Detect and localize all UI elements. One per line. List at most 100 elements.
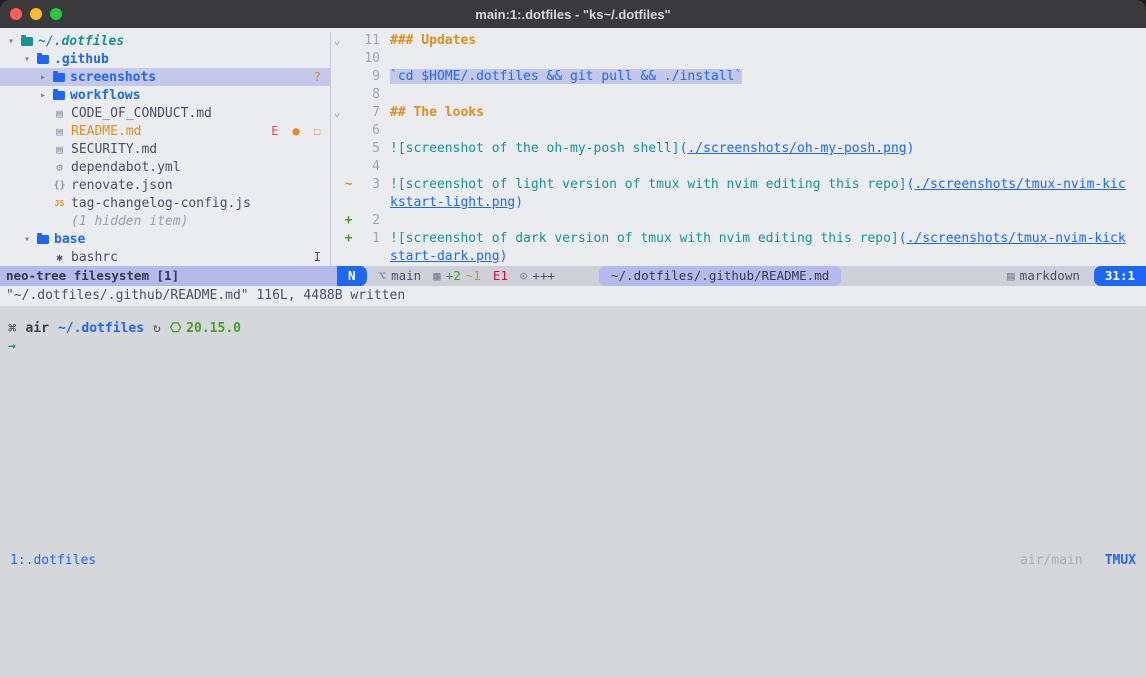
statusline: N ⌥ main ▦ +2 ~1 E1 ⊙ +++ ~/.dotfiles/.g… <box>337 266 1146 286</box>
tree-item[interactable]: ▾ ~/.dotfiles <box>0 32 330 50</box>
markdown-icon: ▤ <box>53 143 66 156</box>
fold-marker-icon[interactable] <box>331 122 343 140</box>
editor-line[interactable]: 9`cd $HOME/.dotfiles && git pull && ./in… <box>331 68 1146 86</box>
diff-changed: ~1 <box>466 268 481 283</box>
git-sign <box>343 248 354 266</box>
tree-item[interactable]: ▤ CODE_OF_CONDUCT.md <box>0 104 330 122</box>
tree-item[interactable]: (1 hidden item) <box>0 212 330 230</box>
tree-item[interactable]: JStag-changelog-config.js <box>0 194 330 212</box>
git-sign <box>343 68 354 86</box>
fold-marker-icon[interactable] <box>331 194 343 212</box>
minimize-button[interactable] <box>30 8 42 20</box>
gear-icon: ⚙ <box>53 161 66 174</box>
tree-item-label: bashrc <box>71 250 118 265</box>
misc-segment: ⊙ +++ <box>520 268 555 283</box>
editor-line[interactable]: ⌄7## The looks <box>331 104 1146 122</box>
shell-prompt: ⌘ air ~/.dotfiles ↻ ⎔ 20.15.0 <box>8 319 1146 339</box>
close-button[interactable] <box>10 8 22 20</box>
command-line: "~/.dotfiles/.github/README.md" 116L, 44… <box>0 286 1146 306</box>
markdown-icon: ▤ <box>53 107 66 120</box>
fold-marker-icon[interactable] <box>331 68 343 86</box>
git-branch-segment: ⌥ main <box>379 268 422 283</box>
tree-item-badge: I <box>314 250 321 264</box>
tree-item[interactable]: ▤README.mdE●☐ <box>0 122 330 140</box>
fold-marker-icon[interactable] <box>331 212 343 230</box>
fold-marker-icon[interactable] <box>331 176 343 194</box>
folder-icon <box>21 37 33 46</box>
fold-marker-icon[interactable] <box>331 230 343 248</box>
git-sign: + <box>343 230 354 248</box>
folder-icon <box>37 55 49 64</box>
git-sync-icon: ↻ <box>153 321 161 336</box>
editor-lines[interactable]: ⌄11### Updates109`cd $HOME/.dotfiles && … <box>331 32 1146 266</box>
fold-marker-icon[interactable] <box>331 50 343 68</box>
editor-line[interactable]: +1![screenshot of dark version of tmux w… <box>331 230 1146 248</box>
expander-icon[interactable]: ▸ <box>38 72 48 83</box>
mode-indicator: N <box>337 266 367 286</box>
expander-icon[interactable]: ▸ <box>38 90 48 101</box>
os-icon: ⌘ <box>8 321 16 337</box>
tree-item-badge: ☐ <box>314 124 321 138</box>
tree-item-label: CODE_OF_CONDUCT.md <box>71 106 212 121</box>
editor-line[interactable]: 5![screenshot of the oh-my-posh shell](.… <box>331 140 1146 158</box>
git-sign <box>343 32 354 50</box>
tmux-status-bar: 1:.dotfiles air/main TMUX <box>0 444 1146 677</box>
file-path: ~/.dotfiles/.github/README.md <box>599 266 841 286</box>
editor-line[interactable]: 8 <box>331 86 1146 104</box>
folder-icon <box>53 91 65 100</box>
fold-marker-icon[interactable] <box>331 158 343 176</box>
editor-line[interactable]: +2 <box>331 212 1146 230</box>
filetype-icon: ▤ <box>1007 268 1015 283</box>
node-version: 20.15.0 <box>186 321 241 336</box>
fold-marker-icon[interactable]: ⌄ <box>331 32 343 50</box>
tree-item[interactable]: {}renovate.json <box>0 176 330 194</box>
cursor-position: 31:1 <box>1094 266 1146 286</box>
prompt-input[interactable]: → <box>8 339 1146 359</box>
zoom-button[interactable] <box>50 8 62 20</box>
fold-marker-icon[interactable]: ⌄ <box>331 104 343 122</box>
tree-item[interactable]: ✱ bashrc I <box>0 248 330 266</box>
folder-icon <box>37 235 49 244</box>
asterisk-icon: ✱ <box>53 251 66 264</box>
tree-item[interactable]: ▸workflows <box>0 86 330 104</box>
editor-line[interactable]: 4 <box>331 158 1146 176</box>
editor-line[interactable]: kstart-light.png) <box>331 194 1146 212</box>
diagnostics-segment: E1 <box>493 268 508 283</box>
tree-item[interactable]: ▾base <box>0 230 330 248</box>
fold-marker-icon[interactable] <box>331 86 343 104</box>
line-number <box>354 248 380 266</box>
misc-icon: ⊙ <box>520 268 528 283</box>
tree-item[interactable]: ▾.github <box>0 50 330 68</box>
line-text: kstart-light.png) <box>390 194 523 212</box>
tmux-window-tab[interactable]: 1:.dotfiles <box>10 553 96 568</box>
line-number <box>354 194 380 212</box>
tree-item-badge: ? <box>314 70 321 84</box>
shell-pane[interactable]: ⌘ air ~/.dotfiles ↻ ⎔ 20.15.0 → <box>0 306 1146 444</box>
markdown-icon: ▤ <box>53 125 66 138</box>
line-number: 7 <box>354 104 380 122</box>
tree-item[interactable]: ▸screenshots? <box>0 68 330 86</box>
expander-icon[interactable]: ▾ <box>6 36 16 47</box>
js-icon: JS <box>53 199 66 208</box>
tree-item-label: ~/.dotfiles <box>38 34 124 49</box>
fold-marker-icon[interactable] <box>331 248 343 266</box>
file-tree[interactable]: ▾ ~/.dotfiles▾.github▸screenshots?▸workfl… <box>0 32 331 266</box>
fold-marker-icon[interactable] <box>331 140 343 158</box>
tree-item[interactable]: ⚙dependabot.yml <box>0 158 330 176</box>
status-row: neo-tree filesystem [1] N ⌥ main ▦ +2 ~1… <box>0 266 1146 286</box>
expander-icon[interactable]: ▾ <box>22 54 32 65</box>
tree-item[interactable]: ▤ SECURITY.md <box>0 140 330 158</box>
node-icon: ⎔ <box>170 321 181 336</box>
editor-line[interactable]: 10 <box>331 50 1146 68</box>
expander-icon[interactable]: ▾ <box>22 234 32 245</box>
filetype-label: markdown <box>1020 268 1080 283</box>
editor-line[interactable]: start-dark.png) <box>331 248 1146 266</box>
line-number: 9 <box>354 68 380 86</box>
misc-text: +++ <box>532 268 555 283</box>
git-sign <box>343 86 354 104</box>
line-text: start-dark.png) <box>390 248 507 266</box>
tree-item-label: SECURITY.md <box>71 142 157 157</box>
editor-line[interactable]: ⌄11### Updates <box>331 32 1146 50</box>
editor-line[interactable]: ~3![screenshot of light version of tmux … <box>331 176 1146 194</box>
editor-line[interactable]: 6 <box>331 122 1146 140</box>
